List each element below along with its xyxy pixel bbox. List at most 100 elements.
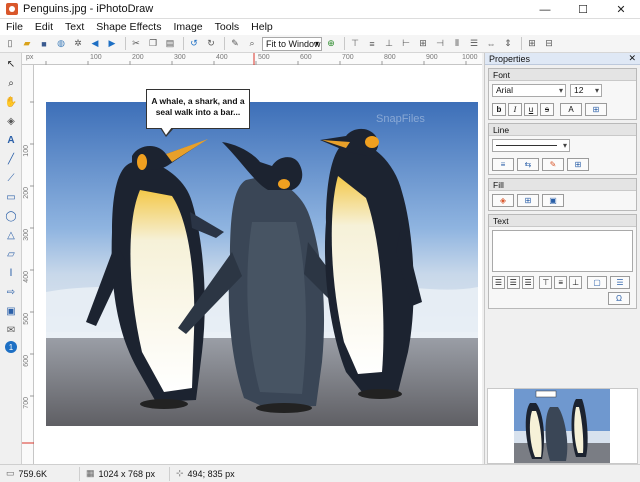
text-color-button[interactable]: A: [560, 103, 582, 116]
disk-icon: ▭: [6, 468, 15, 478]
ungroup-icon[interactable]: ⊟: [542, 37, 556, 51]
align-center-icon[interactable]: ⊞: [416, 37, 430, 51]
line-style-select[interactable]: [492, 139, 570, 152]
line-weight-icon[interactable]: ≡: [492, 158, 514, 171]
align-bottom-icon[interactable]: ⊥: [382, 37, 396, 51]
status-bar: ▭ 759.6K ▦ 1024 x 768 px ⊹ 494; 835 px: [0, 464, 640, 482]
polyline-icon[interactable]: ⟋: [3, 170, 19, 186]
callout-icon[interactable]: ▱: [3, 246, 19, 262]
image-icon[interactable]: ▣: [3, 303, 19, 319]
omega-symbol-icon[interactable]: Ω: [608, 292, 630, 305]
arrow-shape-icon[interactable]: ⇨: [3, 284, 19, 300]
ellipse-icon[interactable]: ◯: [3, 208, 19, 224]
menu-shape-effects[interactable]: Shape Effects: [90, 21, 167, 33]
mail-icon[interactable]: ✉: [3, 322, 19, 338]
save-icon[interactable]: ■: [37, 37, 51, 51]
copy-icon[interactable]: ❐: [146, 37, 160, 51]
hand-icon[interactable]: ✋: [3, 94, 19, 110]
status-dimensions: ▦ 1024 x 768 px: [80, 466, 170, 481]
zoom-icon[interactable]: ⌕: [245, 37, 259, 51]
same-width-icon[interactable]: ⇔: [484, 37, 498, 51]
distribute-h-icon[interactable]: ⫴: [450, 37, 464, 51]
image-dimensions-text: 1024 x 768 px: [98, 468, 156, 479]
zoom-in-icon[interactable]: ⊕: [324, 37, 338, 51]
new-icon[interactable]: ▯: [3, 37, 17, 51]
fill-pattern-icon[interactable]: ⊞: [517, 194, 539, 207]
italic-button[interactable]: I: [508, 103, 522, 116]
fill-color-icon[interactable]: ◈: [492, 194, 514, 207]
triangle-icon[interactable]: △: [3, 227, 19, 243]
penguins-photo[interactable]: SnapFiles: [46, 102, 478, 426]
paste-icon[interactable]: ▤: [163, 37, 177, 51]
fill-image-icon[interactable]: ▣: [542, 194, 564, 207]
globe-icon[interactable]: ◍: [54, 37, 68, 51]
line-tool-icon[interactable]: ╱: [3, 151, 19, 167]
valign-top-icon[interactable]: ⊤: [539, 276, 553, 289]
main-toolbar: ▯ ▰ ■ ◍ ✲ ◀ ▶ ✂ ❐ ▤ ↺ ↻ ✎ ⌕ Fit to Windo…: [0, 35, 640, 53]
valign-bottom-icon[interactable]: ⊥: [569, 276, 582, 289]
zoom-tool-icon[interactable]: ⌕: [3, 75, 19, 91]
redo-icon[interactable]: ▶: [105, 37, 119, 51]
bold-button[interactable]: b: [492, 103, 506, 116]
text-group: Text ☰ ☰ ☰ ⊤ ≡ ⊥ ▢ ☰ Ω: [488, 214, 637, 309]
group-icon[interactable]: ⊞: [525, 37, 539, 51]
fill-bucket-icon[interactable]: ◈: [3, 113, 19, 129]
line-color-icon[interactable]: ✎: [542, 158, 564, 171]
ruler-y-tick: 600: [23, 355, 30, 367]
edit-icon[interactable]: ✎: [228, 37, 242, 51]
text-align-grid-icon[interactable]: ⊞: [585, 103, 607, 116]
speech-bubble[interactable]: A whale, a shark, and a seal walk into a…: [146, 89, 250, 129]
info-icon[interactable]: 1: [5, 341, 17, 353]
zoom-select[interactable]: Fit to Window: [262, 36, 322, 51]
align-middle-icon[interactable]: ≡: [365, 37, 379, 51]
align-top-icon[interactable]: ⊤: [348, 37, 362, 51]
text-tool-icon[interactable]: A: [3, 132, 19, 148]
menu-tools[interactable]: Tools: [209, 21, 246, 33]
menu-help[interactable]: Help: [245, 21, 279, 33]
toolbar-divider: [344, 37, 345, 50]
same-height-icon[interactable]: ⇕: [501, 37, 515, 51]
pointer-icon[interactable]: ↖: [3, 56, 19, 72]
align-right-icon[interactable]: ⊣: [433, 37, 447, 51]
text-box-icon[interactable]: ▢: [586, 276, 607, 289]
text-shape-icon[interactable]: Ⅰ: [3, 265, 19, 281]
open-icon[interactable]: ▰: [20, 37, 34, 51]
rectangle-icon[interactable]: ▭: [3, 189, 19, 205]
undo-icon[interactable]: ◀: [88, 37, 102, 51]
ruler-x-tick: 300: [174, 54, 186, 61]
rotate-right-icon[interactable]: ↻: [204, 37, 218, 51]
font-size-select[interactable]: 12: [570, 84, 602, 97]
strikethrough-button[interactable]: s: [540, 103, 554, 116]
align-center-text-icon[interactable]: ☰: [506, 276, 520, 289]
text-list-icon[interactable]: ☰: [610, 276, 631, 289]
close-button[interactable]: ✕: [602, 0, 640, 19]
text-content-field[interactable]: [492, 230, 633, 272]
navigator-thumbnail[interactable]: [487, 388, 638, 464]
cut-icon[interactable]: ✂: [129, 37, 143, 51]
line-arrows-icon[interactable]: ⇆: [517, 158, 539, 171]
toolbar-divider: [183, 37, 184, 50]
cursor-position-text: 494; 835 px: [187, 468, 235, 479]
rotate-left-icon[interactable]: ↺: [187, 37, 201, 51]
font-name-select[interactable]: Arial: [492, 84, 566, 97]
menu-text[interactable]: Text: [59, 21, 90, 33]
line-group: Line ≡ ⇆ ✎ ⊞: [488, 123, 637, 175]
menu-image[interactable]: Image: [167, 21, 208, 33]
settings-icon[interactable]: ✲: [71, 37, 85, 51]
ruler-y-tick: 300: [23, 229, 30, 241]
drawing-canvas[interactable]: SnapFiles A whale, a shark, and a seal w…: [34, 65, 482, 464]
maximize-button[interactable]: ☐: [564, 0, 602, 19]
menu-edit[interactable]: Edit: [29, 21, 59, 33]
minimize-button[interactable]: —: [526, 0, 564, 19]
align-left-icon[interactable]: ⊢: [399, 37, 413, 51]
align-left-text-icon[interactable]: ☰: [492, 276, 505, 289]
properties-header: Properties ✕: [485, 53, 640, 65]
align-right-text-icon[interactable]: ☰: [521, 276, 535, 289]
line-grid-icon[interactable]: ⊞: [567, 158, 589, 171]
horizontal-ruler: px 100 200 300 400 500 600 700 800 900 1…: [22, 53, 482, 65]
menu-file[interactable]: File: [0, 21, 29, 33]
valign-middle-icon[interactable]: ≡: [554, 276, 568, 289]
distribute-v-icon[interactable]: ☰: [467, 37, 481, 51]
underline-button[interactable]: u: [524, 103, 538, 116]
panel-close-icon[interactable]: ✕: [628, 53, 636, 64]
